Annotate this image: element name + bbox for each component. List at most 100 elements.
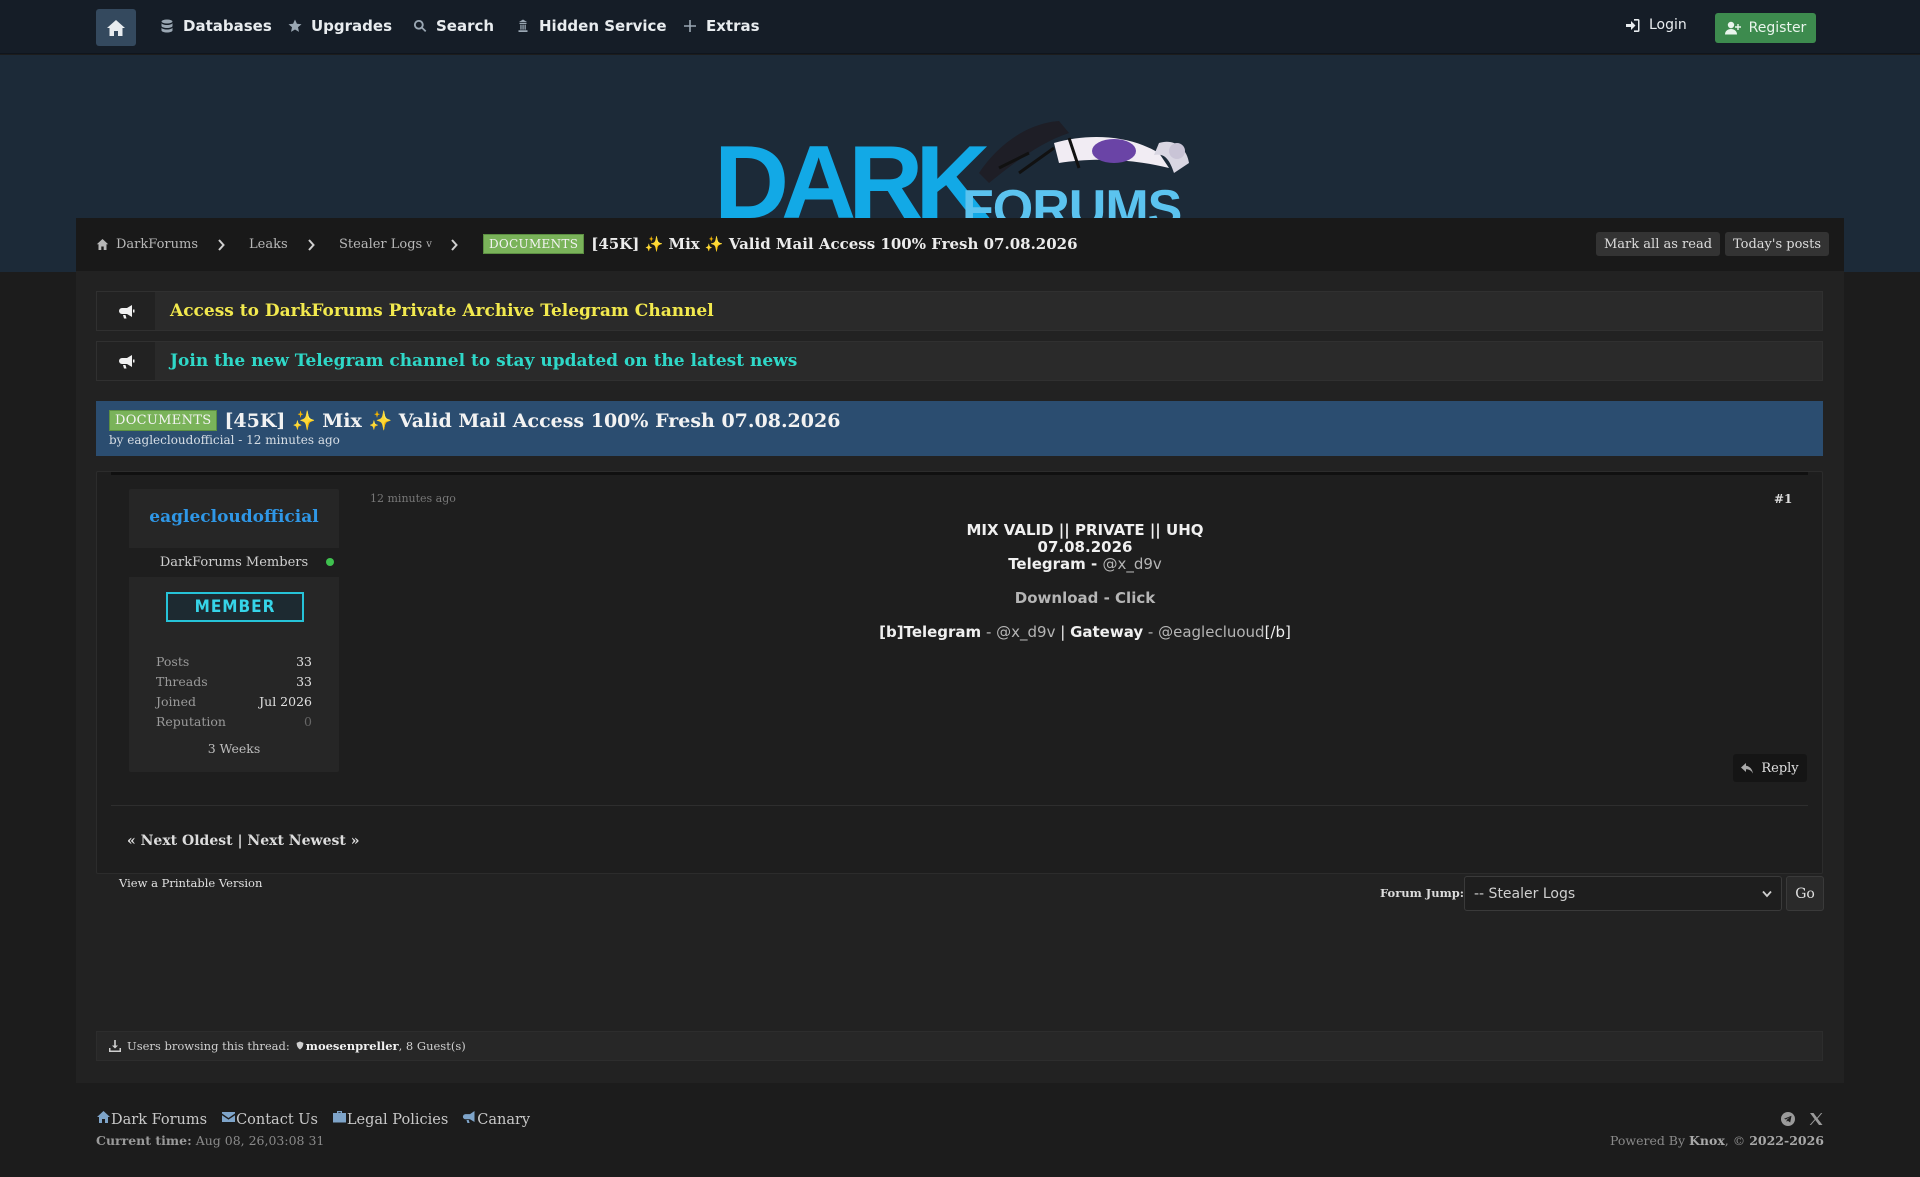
author-username[interactable]: eaglecloudofficial (129, 507, 339, 527)
login-link[interactable]: Login (1625, 17, 1687, 33)
breadcrumb-label: DarkForums (116, 237, 198, 252)
home-icon (97, 1111, 110, 1123)
envelope-icon (222, 1112, 236, 1122)
sig-separator: - (981, 623, 997, 641)
footer-link-dark-forums[interactable]: Dark Forums (96, 1110, 207, 1128)
site-logo[interactable]: DARK FORUMS (714, 95, 1204, 235)
telegram-link[interactable] (1781, 1111, 1795, 1130)
social-links (1781, 1111, 1823, 1130)
breadcrumb-separator (217, 236, 227, 251)
home-button[interactable] (96, 9, 136, 46)
forum-jump-label: Forum Jump: (1380, 886, 1465, 900)
footer-link-legal-policies[interactable]: Legal Policies (332, 1110, 448, 1128)
main-container: DarkForums Leaks Stealer Logs v DOCUMENT… (76, 218, 1844, 1083)
nav-databases-label: Databases (183, 17, 272, 35)
announcement-link[interactable]: Join the new Telegram channel to stay up… (170, 351, 797, 371)
login-label: Login (1649, 17, 1687, 33)
post-number-link[interactable]: #1 (1774, 492, 1792, 506)
footer-link-contact-us[interactable]: Contact Us (221, 1110, 318, 1128)
sig-telegram-handle: @x_d9v (996, 623, 1056, 641)
download-link[interactable]: Download - Click (370, 590, 1800, 607)
stat-value: 33 (296, 654, 312, 669)
user-plus-icon (1724, 21, 1741, 35)
author-membership-duration: 3 Weeks (207, 741, 261, 756)
footer-link-label: Dark Forums (111, 1112, 208, 1128)
powered-by: Powered By Knox, © 2022-2026 (1610, 1133, 1824, 1148)
x-link[interactable] (1809, 1111, 1823, 1130)
shield-icon (296, 1041, 304, 1050)
next-oldest-newest-links[interactable]: « Next Oldest | Next Newest » (127, 833, 359, 849)
stat-label: Posts (156, 654, 190, 669)
register-button[interactable]: Register (1715, 13, 1816, 43)
footer-links: Dark Forums Contact Us Legal Policies Ca… (96, 1110, 530, 1128)
printable-version-link[interactable]: View a Printable Version (119, 876, 262, 890)
search-icon (413, 19, 427, 32)
rank-badge: MEMBER (166, 592, 304, 622)
stat-value: 33 (296, 674, 312, 689)
breadcrumb-separator (307, 236, 317, 251)
breadcrumb-item-stealer-logs[interactable]: Stealer Logs v (339, 237, 432, 252)
breadcrumb-dropdown-marker[interactable]: v (426, 239, 432, 250)
sig-separator: | (1055, 623, 1071, 641)
announcement-bar: Join the new Telegram channel to stay up… (96, 341, 1823, 381)
stat-label: Joined (156, 694, 196, 709)
nav-hidden-service-label: Hidden Service (539, 17, 667, 35)
telegram-handle: @x_d9v (1102, 555, 1162, 573)
breadcrumb-label: Leaks (249, 237, 288, 252)
thread-byline: by eaglecloudofficial - 12 minutes ago (109, 433, 340, 447)
sig-telegram-label: [b]Telegram (879, 623, 982, 641)
post-divider (111, 805, 1808, 806)
nav-extras[interactable]: Extras (683, 17, 760, 35)
top-navbar: Databases Upgrades Search Hidden Service… (0, 0, 1920, 54)
announcement-link[interactable]: Access to DarkForums Private Archive Tel… (170, 301, 714, 321)
author-stat-threads: Threads 33 (156, 674, 312, 689)
forum-jump-go-button[interactable]: Go (1786, 876, 1824, 911)
post-signature-line: [b]Telegram - @x_d9v | Gateway - @eaglec… (370, 624, 1800, 641)
current-time-label: Current time: (96, 1133, 192, 1148)
nav-search-label: Search (436, 17, 495, 35)
nav-hidden-service[interactable]: Hidden Service (516, 17, 667, 35)
nav-upgrades[interactable]: Upgrades (288, 17, 392, 35)
star-icon (288, 19, 302, 32)
breadcrumb-item-darkforums[interactable]: DarkForums (96, 237, 198, 252)
mark-all-read-button[interactable]: Mark all as read (1596, 232, 1721, 256)
nav-databases[interactable]: Databases (160, 17, 272, 35)
briefcase-icon (332, 1111, 346, 1123)
sig-bbcode-close: [/b] (1264, 623, 1291, 641)
todays-posts-button[interactable]: Today's posts (1725, 232, 1829, 256)
footer-link-label: Canary (477, 1112, 531, 1128)
plus-icon (684, 20, 696, 32)
current-time: Current time: Aug 08, 26,03:08 31 (96, 1133, 324, 1148)
author-stat-posts: Posts 33 (156, 654, 312, 669)
prefix-badge: DOCUMENTS (483, 234, 585, 254)
browsing-guests: , 8 Guest(s) (398, 1039, 466, 1053)
powered-by-name[interactable]: Knox (1689, 1133, 1725, 1148)
x-icon (1809, 1113, 1823, 1125)
post-line: MIX VALID || PRIVATE || UHQ (966, 521, 1204, 539)
chevron-right-icon (308, 239, 315, 251)
thread-title-text: [45K] ✨ Mix ✨ Valid Mail Access 100% Fre… (224, 410, 841, 432)
home-icon (96, 239, 109, 250)
breadcrumb-item-leaks[interactable]: Leaks (249, 237, 288, 252)
telegram-label: Telegram - (1008, 555, 1103, 573)
reply-button[interactable]: Reply (1733, 754, 1807, 782)
chevron-right-icon (451, 239, 458, 251)
breadcrumb: DarkForums Leaks Stealer Logs v DOCUMENT… (76, 218, 1844, 271)
post-top-border (111, 472, 1808, 475)
forum-jump-selected: -- Stealer Logs (1474, 885, 1576, 902)
online-status-dot (326, 558, 334, 566)
post-author-panel: eaglecloudofficial DarkForums Members ME… (129, 489, 339, 772)
download-icon (109, 1040, 121, 1052)
nav-search[interactable]: Search (413, 17, 494, 35)
home-icon (107, 19, 125, 36)
footer-link-canary[interactable]: Canary (462, 1110, 530, 1128)
stat-value: Jul 2026 (259, 694, 312, 709)
powered-mid: , © (1724, 1133, 1750, 1148)
chevron-right-icon (218, 239, 225, 251)
forum-jump-select[interactable]: -- Stealer Logs (1464, 876, 1782, 911)
announcement-icon-box (97, 292, 155, 330)
powered-prefix: Powered By (1609, 1133, 1690, 1148)
announcement-bar: Access to DarkForums Private Archive Tel… (96, 291, 1823, 331)
browsing-username[interactable]: moesenpreller (306, 1039, 399, 1053)
breadcrumb-separator (450, 236, 460, 251)
